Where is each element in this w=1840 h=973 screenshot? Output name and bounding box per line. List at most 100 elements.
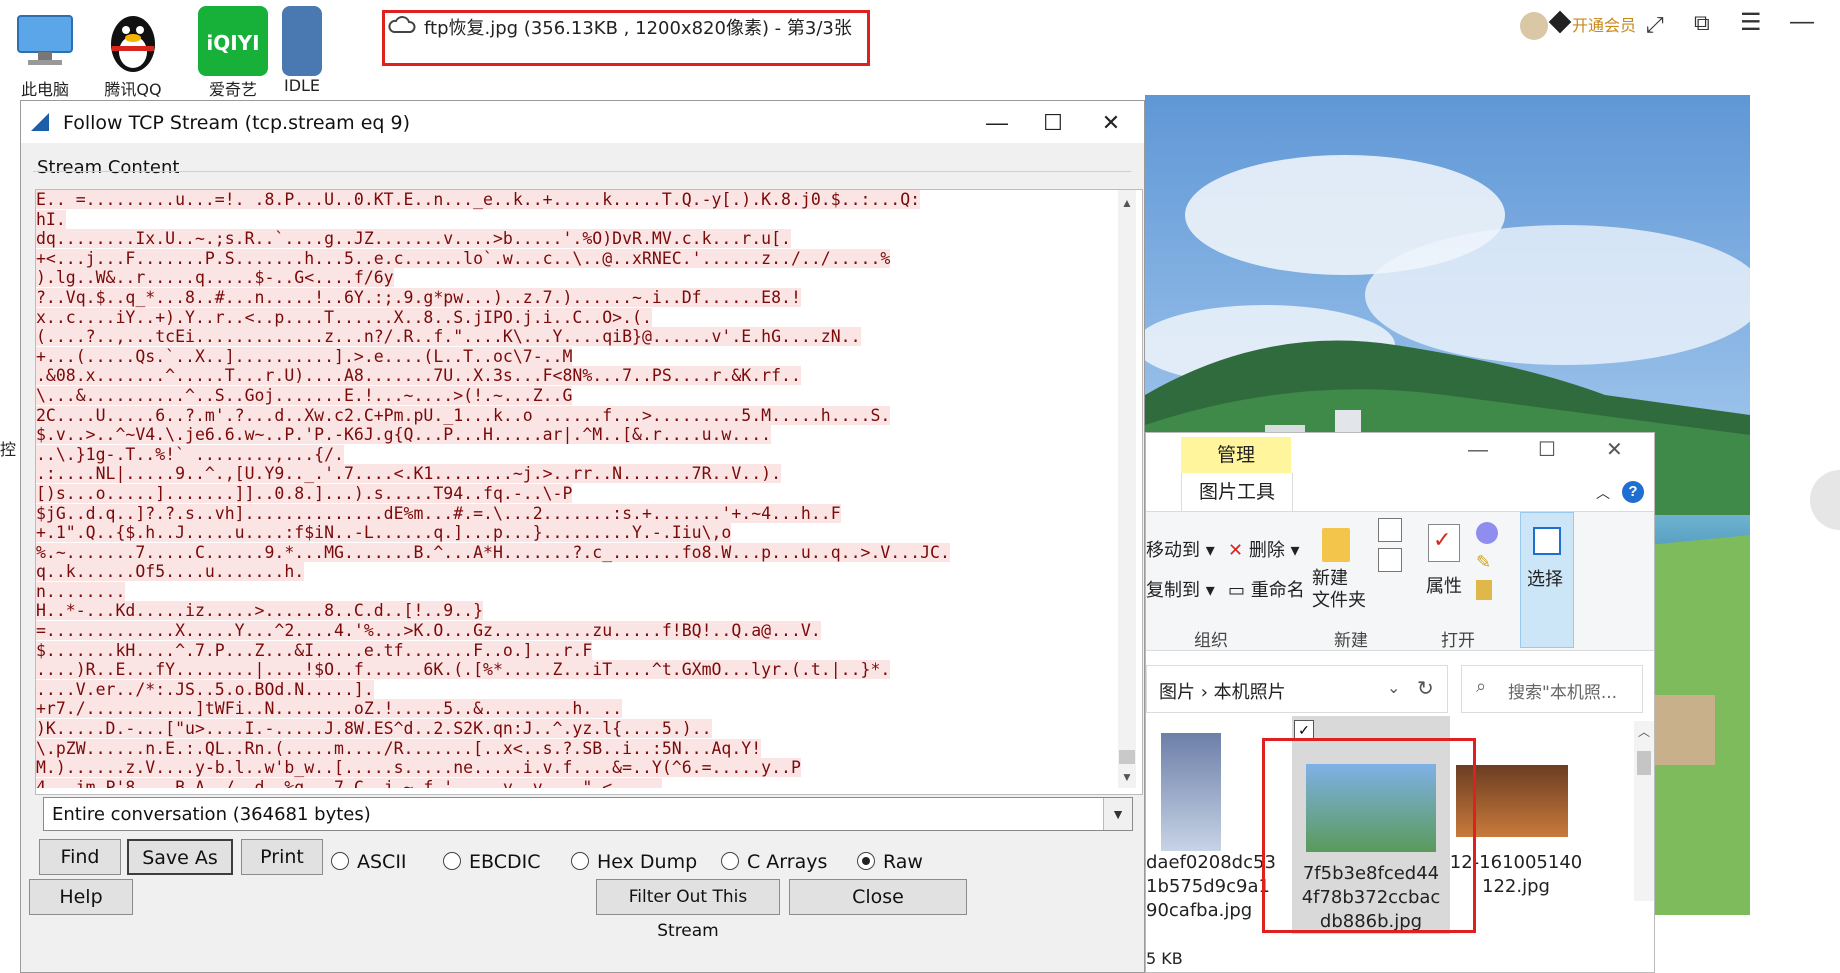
desktop-icon-computer[interactable]: 此电脑 bbox=[0, 6, 90, 102]
stream-line-text: =.............X.....Y...^2....4.'%...>K.… bbox=[36, 621, 821, 641]
radio-label: C Arrays bbox=[747, 851, 828, 873]
stream-line-text: ..\.}1g-.T..%!` ........,...{/. bbox=[36, 444, 344, 464]
file-name[interactable]: daef0208dc53 1b575d9c9a1 90cafba.jpg bbox=[1146, 851, 1276, 923]
radio-dot[interactable] bbox=[443, 852, 461, 870]
find-button[interactable]: Find bbox=[39, 839, 121, 875]
help-icon[interactable]: ? bbox=[1622, 481, 1644, 503]
select-button[interactable]: 选择 bbox=[1520, 512, 1574, 648]
window-mode-icon[interactable]: ⧉ bbox=[1694, 10, 1710, 36]
radio-dot[interactable] bbox=[331, 852, 349, 870]
desktop-icon-idle[interactable]: IDLE bbox=[272, 6, 332, 102]
stream-scrollbar[interactable]: ▲ ▼ bbox=[1118, 190, 1136, 788]
search-box[interactable]: ⌕ 搜索"本机照... bbox=[1461, 665, 1643, 713]
computer-icon bbox=[10, 6, 80, 76]
copy-to-button[interactable]: 复制到 ▾ bbox=[1146, 576, 1215, 602]
stream-line: ).lg..W&..r.....q.....$-..G<....f/6y bbox=[36, 268, 1116, 288]
address-bar[interactable]: 图片 › 本机照片 ⌄ ↻ bbox=[1146, 665, 1448, 713]
open-with-icon[interactable] bbox=[1476, 522, 1498, 544]
stream-line-text: n........ bbox=[36, 581, 126, 601]
stream-line: [)s...o.....].......]]..0.8.]...).s.....… bbox=[36, 483, 1116, 504]
explorer-minimize-icon[interactable]: — bbox=[1468, 439, 1488, 462]
explorer-maximize-icon[interactable]: ☐ bbox=[1538, 437, 1556, 462]
close-button[interactable]: Close bbox=[789, 879, 967, 915]
desktop-icon-qq[interactable]: 腾讯QQ bbox=[88, 6, 178, 102]
file-thumbnail[interactable] bbox=[1161, 733, 1221, 851]
scroll-down-arrow-icon[interactable]: ▼ bbox=[1121, 770, 1133, 784]
file-highlight-box bbox=[1262, 738, 1476, 933]
radio-c-arrays[interactable]: C Arrays bbox=[721, 851, 827, 873]
stream-line: x..c....iY..+).Y..r..<..p....T......X..8… bbox=[36, 307, 1116, 328]
new-folder-icon[interactable] bbox=[1322, 528, 1350, 562]
minimize-viewer-icon[interactable]: — bbox=[1790, 8, 1814, 36]
explorer-close-icon[interactable]: ✕ bbox=[1606, 437, 1623, 462]
stream-line-text: ....V.er../*:.JS..5.o.BOd.N.....]. bbox=[36, 679, 374, 699]
python-idle-icon bbox=[282, 6, 322, 76]
scroll-thumb[interactable] bbox=[1119, 750, 1135, 764]
stream-text[interactable]: E.. =.........u...=!. .8.P...U..0.KT.E..… bbox=[36, 190, 1116, 788]
print-button[interactable]: Print bbox=[241, 839, 323, 875]
chevron-down-icon[interactable]: ⌄ bbox=[1387, 678, 1400, 698]
stream-line-text: $.v..>..^~V4.\.je6.6.w~..P.'P.-K6J.g{Q..… bbox=[36, 425, 772, 445]
avatar[interactable] bbox=[1520, 12, 1548, 40]
radio-dot[interactable] bbox=[571, 852, 589, 870]
stream-line-text: (....?..,...tcEi.............z...n?/.R..… bbox=[36, 327, 861, 347]
minimize-button[interactable]: — bbox=[969, 105, 1025, 141]
stream-content-area[interactable]: E.. =.........u...=!. .8.P...U..0.KT.E..… bbox=[35, 189, 1143, 795]
breadcrumb-item[interactable]: 本机照片 bbox=[1214, 682, 1286, 703]
scroll-up-arrow-icon[interactable]: ︿ bbox=[1638, 723, 1650, 740]
new-item-icon[interactable] bbox=[1378, 518, 1402, 542]
rename-icon: ▭ bbox=[1228, 580, 1246, 601]
edit-icon[interactable]: ✎ bbox=[1476, 552, 1491, 573]
stream-line: .&08.x.......^.....T...r.U)....A8.......… bbox=[36, 366, 1116, 386]
conversation-select[interactable]: Entire conversation (364681 bytes) ▼ bbox=[43, 797, 1133, 831]
new-folder-label[interactable]: 新建 文件夹 bbox=[1312, 568, 1366, 612]
radio-ascii[interactable]: ASCII bbox=[331, 851, 407, 873]
ribbon-collapse-icon[interactable]: ︿ bbox=[1596, 483, 1610, 503]
scroll-up-arrow-icon[interactable]: ▲ bbox=[1121, 196, 1133, 210]
rename-button[interactable]: ▭ 重命名 bbox=[1228, 576, 1305, 602]
history-icon[interactable] bbox=[1476, 580, 1492, 600]
tab-manage[interactable]: 管理 bbox=[1181, 437, 1291, 473]
stream-line-text: E.. =.........u...=!. .8.P...U..0.KT.E..… bbox=[36, 190, 921, 209]
close-window-button[interactable]: ✕ bbox=[1083, 105, 1139, 141]
move-to-button[interactable]: 移动到 ▾ bbox=[1146, 536, 1215, 562]
checkbox-checked-icon[interactable]: ✓ bbox=[1294, 720, 1314, 740]
radio-hex-dump[interactable]: Hex Dump bbox=[571, 851, 697, 873]
stream-line-text: dq........Ix.U..~.;s.R..`....g..JZ......… bbox=[36, 229, 791, 249]
stream-line-text: hI. bbox=[36, 209, 66, 229]
refresh-icon[interactable]: ↻ bbox=[1417, 676, 1434, 701]
desktop-icon-label: IDLE bbox=[283, 76, 321, 95]
radio-ebcdic[interactable]: EBCDIC bbox=[443, 851, 540, 873]
menu-icon[interactable]: ☰ bbox=[1740, 8, 1762, 37]
filter-out-stream-button[interactable]: Filter Out This Stream bbox=[596, 879, 780, 941]
properties-icon[interactable]: ✓ bbox=[1428, 524, 1460, 562]
stream-line: +r7./...........]tWFi..N........oZ.!....… bbox=[36, 699, 1116, 719]
delete-button[interactable]: ✕ 删除 ▾ bbox=[1228, 536, 1300, 562]
vip-label[interactable]: 开通会员 bbox=[1572, 12, 1636, 36]
easy-access-icon[interactable] bbox=[1378, 548, 1402, 572]
stream-line-text: +...(.....Qs.`..X..]..........].>.e....(… bbox=[36, 346, 573, 366]
desktop-icon-iqiyi[interactable]: iQIYI 爱奇艺 bbox=[188, 6, 278, 102]
scroll-thumb[interactable] bbox=[1637, 751, 1651, 775]
breadcrumb-item[interactable]: 图片 bbox=[1159, 682, 1195, 703]
copy-to-label: 复制到 bbox=[1146, 580, 1200, 601]
left-edge-labels: 控 bbox=[0, 370, 20, 530]
chevron-down-icon[interactable]: ▼ bbox=[1103, 798, 1132, 830]
stream-line: +...(.....Qs.`..X..]..........].>.e....(… bbox=[36, 346, 1116, 367]
fullscreen-icon[interactable]: ⤢ bbox=[1646, 12, 1664, 38]
tab-picture-tools[interactable]: 图片工具 bbox=[1181, 473, 1293, 511]
save-as-button[interactable]: Save As bbox=[127, 839, 233, 875]
viewer-next-button[interactable] bbox=[1810, 470, 1840, 530]
maximize-button[interactable]: ☐ bbox=[1025, 105, 1081, 141]
radio-raw[interactable]: Raw bbox=[857, 851, 923, 873]
breadcrumb[interactable]: 图片 › 本机照片 bbox=[1159, 678, 1286, 704]
file-list-scrollbar[interactable]: ︿ bbox=[1634, 721, 1654, 901]
help-button[interactable]: Help bbox=[29, 879, 133, 915]
stream-line: ..\.}1g-.T..%!` ........,...{/. bbox=[36, 444, 1116, 465]
stream-line-text: ?..Vq.$..q_*...8..#...n.....!..6Y.:;.9.g… bbox=[36, 287, 801, 307]
radio-dot-selected[interactable] bbox=[857, 852, 875, 870]
stream-line-text: .:....NL|.....9..^.,[U.Y9.._.'.7....<.K1… bbox=[36, 464, 782, 484]
properties-label[interactable]: 属性 bbox=[1426, 572, 1462, 598]
stream-line-text: H..*-...Kd.....iz.....>......8..C.d..[!.… bbox=[36, 601, 484, 621]
radio-dot[interactable] bbox=[721, 852, 739, 870]
